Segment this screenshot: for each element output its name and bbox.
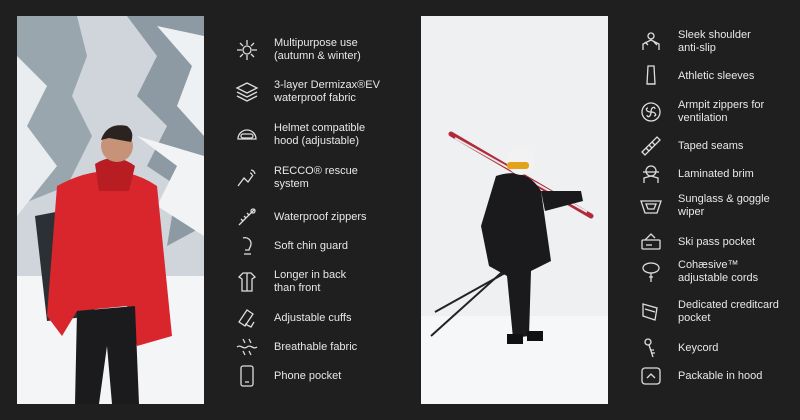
goggle-wiper-icon [638, 193, 664, 219]
shoulder-anti-slip-icon [638, 29, 664, 55]
feature-taped-seams: Taped seams [638, 133, 743, 159]
feature-packable-in-hood: Packable in hood [638, 363, 762, 389]
feature-athletic-sleeves: Athletic sleeves [638, 63, 754, 89]
feature-adjustable-cuffs: Adjustable cuffs [234, 305, 351, 331]
feature-cohaesive-cords: Cohæsive™ adjustable cords [638, 259, 758, 285]
creditcard-icon [638, 299, 664, 325]
cord-adjuster-icon [638, 259, 664, 285]
feature-3-layer-fabric: 3-layer Dermizax®EV waterproof fabric [234, 79, 380, 105]
feature-ski-pass-pocket: Ski pass pocket [638, 229, 755, 255]
cuff-icon [234, 305, 260, 331]
feature-armpit-zippers: Armpit zippers for ventilation [638, 99, 764, 125]
photo-skier-walking [421, 16, 608, 404]
fabric-layers-icon [234, 79, 260, 105]
ski-pass-icon [638, 229, 664, 255]
feature-goggle-wiper: Sunglass & goggle wiper [638, 193, 770, 219]
feature-laminated-brim: Laminated brim [638, 161, 754, 187]
sleeve-icon [638, 63, 664, 89]
feature-soft-chin-guard: Soft chin guard [234, 233, 348, 259]
brim-icon [638, 161, 664, 187]
feature-waterproof-zippers: Waterproof zippers [234, 204, 367, 230]
feature-longer-in-back: Longer in back than front [234, 269, 346, 295]
feature-recco-rescue: RECCO® rescue system [234, 165, 358, 191]
jacket-back-icon [234, 269, 260, 295]
feature-creditcard-pocket: Dedicated creditcard pocket [638, 299, 779, 325]
phone-icon [234, 363, 260, 389]
key-icon [638, 335, 664, 361]
feature-phone-pocket: Phone pocket [234, 363, 341, 389]
fan-icon [638, 99, 664, 125]
breathable-fabric-icon [234, 334, 260, 360]
feature-keycord: Keycord [638, 335, 718, 361]
recco-signal-icon [234, 165, 260, 191]
feature-multipurpose-use: Multipurpose use (autumn & winter) [234, 37, 361, 63]
feature-shoulder-anti-slip: Sleek shoulder anti-slip [638, 29, 751, 55]
feature-helmet-compatible-hood: Helmet compatible hood (adjustable) [234, 122, 365, 148]
zipper-icon [234, 204, 260, 230]
photo-man-red-jacket [17, 16, 204, 404]
taped-seams-icon [638, 133, 664, 159]
feature-breathable-fabric: Breathable fabric [234, 334, 357, 360]
packable-hood-icon [638, 363, 664, 389]
chin-guard-icon [234, 233, 260, 259]
sun-snowflake-icon [234, 37, 260, 63]
helmet-icon [234, 122, 260, 148]
